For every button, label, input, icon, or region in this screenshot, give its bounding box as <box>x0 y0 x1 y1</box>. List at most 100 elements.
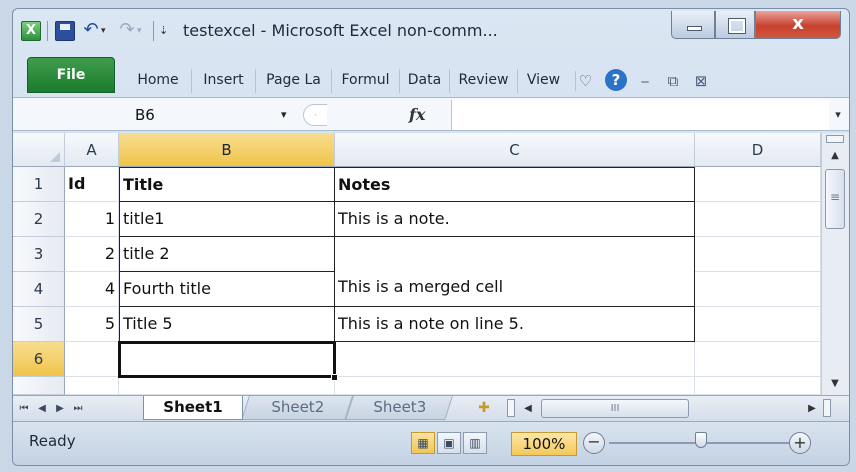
workbook-minimize-icon[interactable]: ⎯ <box>635 71 655 91</box>
page-break-view-icon[interactable]: ▥ <box>463 432 487 454</box>
cell-a6[interactable] <box>65 342 119 377</box>
scroll-left-icon[interactable]: ◀ <box>521 400 535 418</box>
sheet-tab-bar: ⏮ ◀ ▶ ⏭ Sheet3 Sheet2 Sheet1 ✚ ◀ III ▶ <box>13 395 849 421</box>
save-icon[interactable] <box>55 21 75 41</box>
row-header-7[interactable] <box>13 377 65 395</box>
scroll-down-icon[interactable]: ▼ <box>826 377 844 391</box>
window-title: testexcel - Microsoft Excel non-comm... <box>183 21 498 40</box>
cell-d1[interactable] <box>695 167 821 202</box>
vertical-scroll-thumb[interactable] <box>825 169 845 229</box>
excel-logo-icon[interactable]: X <box>21 21 41 41</box>
horizontal-scroll-track[interactable] <box>693 399 813 418</box>
fill-handle[interactable] <box>331 374 338 381</box>
name-box[interactable]: B6 <box>35 102 235 128</box>
undo-dropdown-icon[interactable]: ▾ <box>101 21 111 41</box>
cell-c3-merged[interactable]: This is a merged cell <box>335 237 695 307</box>
row-header-4[interactable]: 4 <box>13 272 65 307</box>
tab-data[interactable]: Data <box>399 69 449 93</box>
cell-a7[interactable] <box>65 377 119 395</box>
scroll-right-icon[interactable]: ▶ <box>805 400 819 418</box>
formula-input[interactable] <box>451 100 829 130</box>
sheet-tab-sheet1[interactable]: Sheet1 <box>143 396 243 420</box>
cell-d2[interactable] <box>695 202 821 237</box>
next-sheet-icon[interactable]: ▶ <box>53 400 67 418</box>
row-header-6[interactable]: 6 <box>13 342 65 377</box>
cell-b6[interactable] <box>119 342 335 377</box>
first-sheet-icon[interactable]: ⏮ <box>17 400 31 418</box>
cell-c2[interactable]: This is a note. <box>335 202 695 237</box>
cell-c5[interactable]: This is a note on line 5. <box>335 307 695 342</box>
row-header-3[interactable]: 3 <box>13 237 65 272</box>
page-layout-view-icon[interactable]: ▣ <box>437 432 461 454</box>
scroll-up-icon[interactable]: ▲ <box>826 149 844 163</box>
help-icon[interactable]: ? <box>605 69 627 91</box>
normal-view-icon[interactable]: ▦ <box>411 432 435 454</box>
cell-b3[interactable]: title 2 <box>119 237 335 272</box>
column-header-d[interactable]: D <box>695 133 821 167</box>
cell-c1[interactable]: Notes <box>335 167 695 202</box>
redo-icon[interactable]: ↷ <box>117 21 137 41</box>
close-button[interactable]: x <box>755 11 841 39</box>
tab-review[interactable]: Review <box>449 69 517 93</box>
cell-b5[interactable]: Title 5 <box>119 307 335 342</box>
workbook-restore-icon[interactable]: ⧉ <box>663 71 683 91</box>
maximize-button[interactable] <box>715 11 755 39</box>
row-header-1[interactable]: 1 <box>13 167 65 202</box>
tab-file[interactable]: File <box>27 57 115 93</box>
cell-d5[interactable] <box>695 307 821 342</box>
ribbon-tabs: File Home Insert Page La Formul Data Rev… <box>13 53 849 95</box>
cell-d4[interactable] <box>695 272 821 307</box>
zoom-in-icon[interactable]: + <box>789 432 811 454</box>
zoom-slider-thumb[interactable] <box>695 432 707 448</box>
cell-d6[interactable] <box>695 342 821 377</box>
worksheet-grid: A B C D 1 2 3 4 5 6 Id Title Notes 1 tit… <box>13 133 849 395</box>
qat-separator <box>153 21 154 41</box>
column-header-c[interactable]: C <box>335 133 695 167</box>
redo-dropdown-icon[interactable]: ▾ <box>137 21 147 41</box>
tab-page-layout[interactable]: Page La <box>255 69 331 93</box>
expand-formula-bar-icon[interactable]: ▾ <box>829 102 847 128</box>
cell-c7[interactable] <box>335 377 695 395</box>
workbook-close-icon[interactable]: ⊠ <box>691 71 711 91</box>
row-header-5[interactable]: 5 <box>13 307 65 342</box>
tab-split-box[interactable] <box>507 399 515 417</box>
row-header-2[interactable]: 2 <box>13 202 65 237</box>
name-box-dropdown-icon[interactable]: ▾ <box>281 102 301 128</box>
zoom-level[interactable]: 100% <box>511 432 577 456</box>
tab-formulas[interactable]: Formul <box>331 69 399 93</box>
horizontal-split-box[interactable] <box>823 399 831 417</box>
formula-bar-grip[interactable]: · <box>303 104 327 126</box>
horizontal-scroll-thumb[interactable]: III <box>541 399 689 418</box>
split-box[interactable] <box>826 135 844 143</box>
sheet-tab-sheet3[interactable]: Sheet3 <box>345 396 453 420</box>
tab-insert[interactable]: Insert <box>191 69 255 93</box>
cell-a1[interactable]: Id <box>65 167 119 202</box>
column-header-a[interactable]: A <box>65 133 119 167</box>
column-header-b[interactable]: B <box>119 133 335 167</box>
tab-view[interactable]: View <box>517 69 569 93</box>
cell-b2[interactable]: title1 <box>119 202 335 237</box>
cell-a3[interactable]: 2 <box>65 237 119 272</box>
select-all-button[interactable] <box>13 133 65 167</box>
vertical-scrollbar[interactable]: ▲ ▼ <box>821 133 849 395</box>
cell-c6[interactable] <box>335 342 695 377</box>
undo-icon[interactable]: ↶ <box>81 21 101 41</box>
last-sheet-icon[interactable]: ⏭ <box>71 400 85 418</box>
cell-a4[interactable]: 4 <box>65 272 119 307</box>
cell-a2[interactable]: 1 <box>65 202 119 237</box>
tab-home[interactable]: Home <box>125 69 191 93</box>
sheet-tab-sheet2[interactable]: Sheet2 <box>241 396 353 420</box>
cell-b4[interactable]: Fourth title <box>119 272 335 307</box>
minimize-button[interactable] <box>671 11 715 39</box>
insert-sheet-icon[interactable]: ✚ <box>473 399 495 417</box>
cell-b7[interactable] <box>119 377 335 395</box>
cell-b1[interactable]: Title <box>119 167 335 202</box>
prev-sheet-icon[interactable]: ◀ <box>35 400 49 418</box>
minimize-ribbon-icon[interactable]: ♡ <box>575 71 595 91</box>
insert-function-icon[interactable]: fx <box>409 102 439 128</box>
cell-d3[interactable] <box>695 237 821 272</box>
customize-qat-icon[interactable]: ⇣ <box>159 21 173 41</box>
zoom-out-icon[interactable]: − <box>583 432 605 454</box>
cell-a5[interactable]: 5 <box>65 307 119 342</box>
cell-d7[interactable] <box>695 377 821 395</box>
